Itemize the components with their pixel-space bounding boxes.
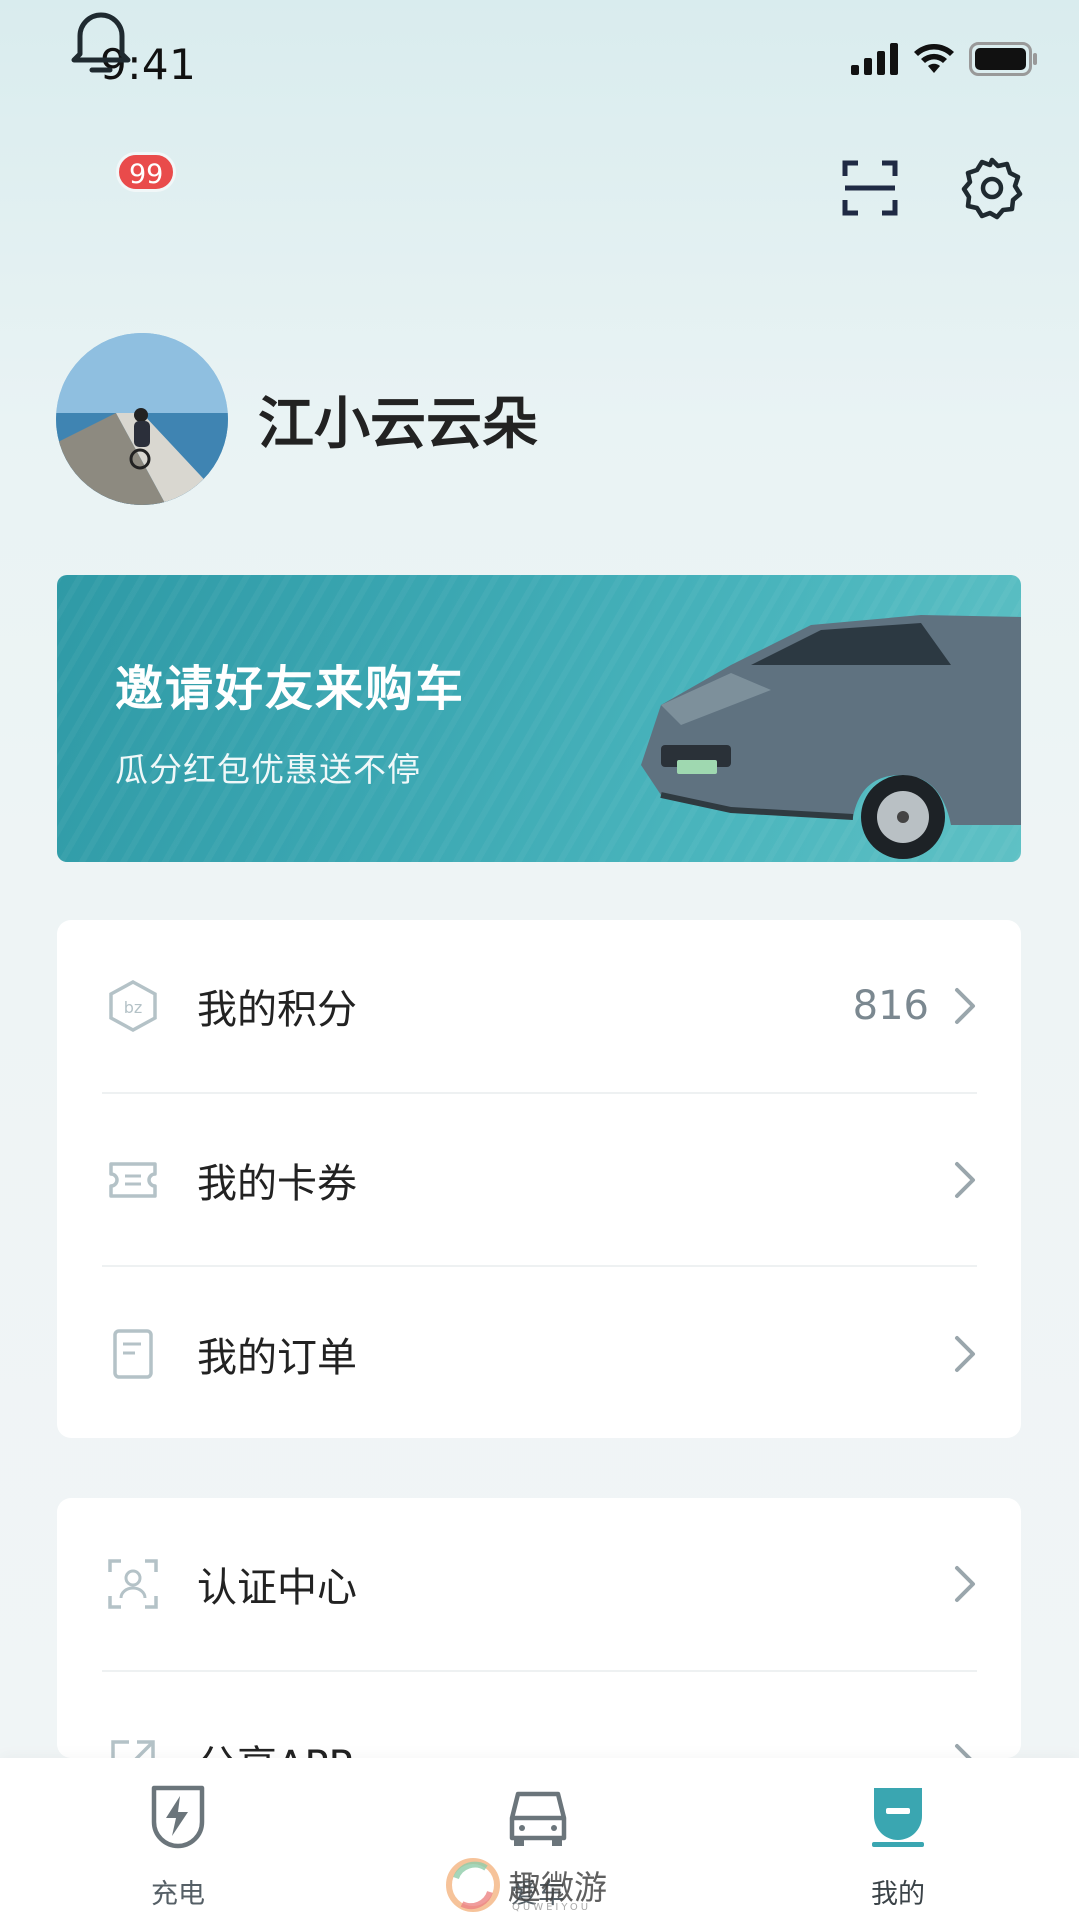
menu-item-points[interactable]: bz 我的积分 816 [57,920,1021,1092]
wifi-icon [914,44,954,73]
avatar-photo [56,333,228,505]
banner-subtitle: 瓜分红包优惠送不停 [115,750,421,789]
menu-item-orders[interactable]: 我的订单 [57,1268,1021,1438]
profile-icon [872,1788,924,1847]
profile-header[interactable]: 江小云云朵 [56,333,538,505]
notification-bell-icon[interactable] [66,0,136,80]
menu-item-label: 我的订单 [197,1335,357,1381]
divider [102,1265,977,1267]
service-menu-card: 认证中心 分享APP [57,1498,1021,1758]
menu-item-share-app[interactable]: 分享APP [57,1676,1021,1758]
car-image [641,615,1021,859]
chevron-right-icon [955,1744,972,1758]
settings-gear-icon[interactable] [960,156,1024,220]
order-icon [113,1329,153,1379]
signal-icon [851,43,898,75]
tab-label: 我的 [871,1879,925,1910]
scan-icon[interactable] [842,160,898,216]
points-icon: bz [109,980,157,1032]
tab-charging[interactable]: 充电 [98,1782,258,1911]
username: 江小云云朵 [258,391,538,457]
watermark: 趣微游 QUWEIYOU [446,1858,636,1913]
points-value: 816 [852,983,929,1029]
share-icon [111,1740,155,1758]
watermark-subtext: QUWEIYOU [512,1902,592,1913]
account-menu-card: bz 我的积分 816 我的卡券 我的订单 [57,920,1021,1438]
menu-item-coupons[interactable]: 我的卡券 [57,1094,1021,1266]
battery-icon [969,42,1037,76]
tab-label: 充电 [151,1879,205,1910]
menu-item-label: 分享APP [197,1733,353,1758]
avatar[interactable] [56,333,228,505]
chevron-right-icon [955,1566,975,1602]
notification-badge: 99 [116,152,177,192]
menu-item-label: 我的卡券 [197,1161,357,1207]
tab-mine[interactable]: 我的 [818,1782,978,1911]
chevron-right-icon [955,1336,975,1372]
svg-text:bz: bz [124,998,143,1017]
menu-item-verification[interactable]: 认证中心 [57,1498,1021,1670]
coupon-icon [109,1162,157,1198]
divider [102,1670,977,1672]
chevron-right-icon [955,1162,975,1198]
menu-item-label: 认证中心 [197,1565,357,1611]
status-icons [851,42,1039,76]
verification-icon [108,1559,158,1609]
charging-icon [151,1785,205,1849]
status-bar: 9:41 [0,0,1079,120]
invite-friends-banner[interactable]: 邀请好友来购车 瓜分红包优惠送不停 [57,575,1021,862]
chevron-right-icon [955,988,975,1024]
banner-title: 邀请好友来购车 [115,661,466,717]
watermark-logo-icon [446,1858,500,1912]
menu-item-label: 我的积分 [197,987,357,1033]
car-icon [509,1791,567,1846]
